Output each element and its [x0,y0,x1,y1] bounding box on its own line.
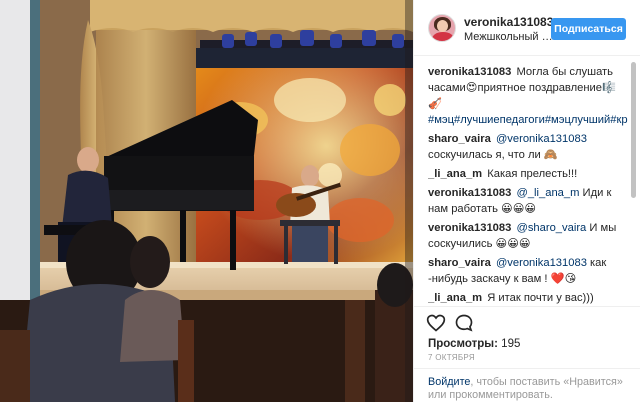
comment-item: veronika131083 Могла бы слушать часами😍п… [428,64,628,128]
post-actions: Просмотры: 195 7 ОКТЯБРЯ Войдите, чтобы … [414,306,640,402]
comment-item: sharo_vaira @veronika131083 соскучилась … [428,131,628,163]
header-location[interactable]: Межшкольный Учебный Центр [464,31,556,43]
post-sidebar: veronika131083 Межшкольный Учебный Центр… [413,0,640,402]
comment-item: _li_ana_m Я итак почти у вас))) [428,290,628,306]
header-username[interactable]: veronika131083 [464,15,553,29]
post-header: veronika131083 Межшкольный Учебный Центр… [414,0,640,56]
post-photo[interactable] [0,0,413,402]
comment-mention[interactable]: @_li_ana_m [516,187,579,199]
heart-icon[interactable] [426,313,446,333]
login-like-word: Нравится [569,376,617,388]
comment-item: _li_ana_m Какая прелесть!!! [428,166,628,182]
comment-item: veronika131083 @_li_ana_m Иди к нам рабо… [428,185,628,217]
post-date[interactable]: 7 ОКТЯБРЯ [428,353,475,362]
comment-mention[interactable]: @veronika131083 [496,257,587,269]
scrollbar-thumb[interactable] [631,62,636,198]
follow-button[interactable]: Подписаться [551,18,626,40]
comment-text: Я итак почти у вас))) [487,292,594,304]
views-label: Просмотры: [428,338,498,350]
hashtag-link[interactable]: #краснодар [610,114,628,126]
concert-photo-image [0,0,413,402]
comment-mention[interactable]: @veronika131083 [496,133,587,145]
comment-item: veronika131083 @sharo_vaira И мы соскучи… [428,220,628,252]
comment-username[interactable]: _li_ana_m [428,292,482,304]
comment-item: sharo_vaira @veronika131083 как -нибудь … [428,255,628,287]
speech-bubble-icon[interactable] [454,313,474,333]
hashtag-link[interactable]: #мэц [428,114,454,126]
comment-text: Какая прелесть!!! [487,168,578,180]
hashtag-link[interactable]: #мэцлучший [545,114,610,126]
comment-username[interactable]: veronika131083 [428,66,511,78]
login-prompt: Войдите, чтобы поставить «Нравится» или … [414,368,640,402]
comment-username[interactable]: sharo_vaira [428,257,491,269]
avatar[interactable] [428,14,456,42]
comments-scrollbar[interactable] [631,62,636,300]
comment-mention[interactable]: @sharo_vaira [516,222,586,234]
views-count: Просмотры: 195 [428,338,520,350]
hashtag-link[interactable]: #лучшиепедагоги [454,114,545,126]
comment-text: соскучилась я, что ли 🙈 [428,149,558,161]
login-text-mid: , чтобы поставить « [470,376,570,388]
comment-username[interactable]: _li_ana_m [428,168,482,180]
comment-username[interactable]: veronika131083 [428,222,511,234]
views-number: 195 [501,338,521,350]
login-link[interactable]: Войдите [428,376,470,388]
comments-list: veronika131083 Могла бы слушать часами😍п… [428,64,628,308]
comment-username[interactable]: veronika131083 [428,187,511,199]
comment-username[interactable]: sharo_vaira [428,133,491,145]
